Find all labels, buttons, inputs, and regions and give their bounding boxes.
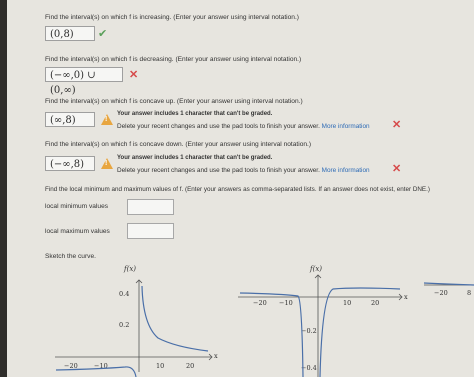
graph-option-3[interactable]: −20 8: [423, 282, 474, 297]
graph-option-2[interactable]: f(x) x −20 −10 10 20 −0.2 −0.4: [238, 265, 408, 377]
curve-branch: [239, 292, 304, 377]
y-tick: 0.2: [119, 321, 129, 329]
x-tick: 20: [186, 362, 194, 370]
x-tick: −20: [253, 299, 267, 307]
x-tick: −20: [64, 362, 78, 370]
curve-branch: [141, 285, 209, 352]
x-tick: 20: [371, 299, 379, 307]
x-tick: 8: [467, 289, 471, 297]
x-tick: −20: [434, 289, 448, 297]
x-tick: 10: [343, 299, 351, 307]
fx-label: f(x): [123, 265, 136, 273]
graph-option-1[interactable]: f(x) x 0.4 0.2 −20 −10 10 20: [55, 265, 218, 377]
x-tick: −10: [279, 299, 293, 307]
curve-branch: [319, 287, 401, 377]
x-axis-label: x: [404, 293, 408, 301]
fx-label: f(x): [309, 265, 322, 273]
y-tick: −0.2: [301, 327, 317, 335]
sketch-graphs: f(x) x 0.4 0.2 −20 −10 10 20 f(x) x −20 …: [55, 265, 474, 377]
x-tick: 10: [156, 362, 164, 370]
y-tick: 0.4: [119, 290, 129, 298]
x-axis-label: x: [214, 352, 218, 360]
